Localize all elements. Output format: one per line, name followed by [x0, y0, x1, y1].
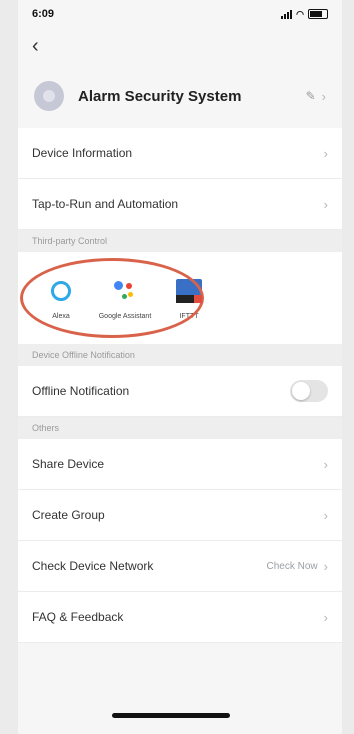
- chevron-right-icon: ›: [323, 558, 328, 574]
- section-header-third-party: Third-party Control: [18, 230, 342, 252]
- check-device-network-row[interactable]: Check Device Network Check Now ›: [18, 541, 342, 592]
- offline-notification-row: Offline Notification: [18, 366, 342, 417]
- create-group-row[interactable]: Create Group ›: [18, 490, 342, 541]
- device-avatar: [34, 81, 64, 111]
- row-label: FAQ & Feedback: [32, 610, 124, 624]
- status-icons: ◠: [281, 9, 328, 20]
- edit-name-button[interactable]: ✎ ›: [306, 89, 326, 104]
- chevron-right-icon: ›: [323, 456, 328, 472]
- back-chevron-icon: ‹: [32, 34, 39, 57]
- section-header-offline: Device Offline Notification: [18, 344, 342, 366]
- row-label: Offline Notification: [32, 384, 130, 398]
- device-name: Alarm Security System: [78, 87, 242, 105]
- battery-icon: [308, 9, 328, 19]
- home-indicator[interactable]: [112, 713, 230, 718]
- tp-label: Alexa: [52, 312, 70, 320]
- share-device-row[interactable]: Share Device ›: [18, 439, 342, 490]
- row-label: Device Information: [32, 146, 133, 160]
- device-information-row[interactable]: Device Information ›: [18, 128, 342, 179]
- row-label: Share Device: [32, 457, 105, 471]
- third-party-control-panel: Alexa Google Assistant IFTTT: [18, 252, 342, 344]
- tap-to-run-row[interactable]: Tap-to-Run and Automation ›: [18, 179, 342, 230]
- device-header: Alarm Security System ✎ ›: [18, 64, 342, 128]
- section-header-others: Others: [18, 417, 342, 439]
- google-assistant-item[interactable]: Google Assistant: [96, 277, 154, 320]
- row-label: Tap-to-Run and Automation: [32, 197, 179, 211]
- offline-notification-toggle[interactable]: [290, 380, 328, 402]
- chevron-right-icon: ›: [321, 88, 326, 104]
- pencil-icon: ✎: [305, 88, 316, 103]
- ifttt-item[interactable]: IFTTT: [160, 277, 218, 320]
- ifttt-icon: [175, 277, 203, 305]
- check-now-link[interactable]: Check Now: [267, 561, 318, 572]
- alexa-icon: [47, 277, 75, 305]
- status-time: 6:09: [32, 8, 55, 20]
- wifi-icon: ◠: [296, 8, 304, 19]
- status-bar: 6:09 ◠: [18, 0, 342, 28]
- device-settings-screen: 6:09 ◠ ‹ Alarm Security System ✎ › Devic…: [18, 0, 342, 734]
- google-assistant-icon: [111, 277, 139, 305]
- tp-label: Google Assistant: [98, 312, 152, 320]
- chevron-right-icon: ›: [323, 507, 328, 523]
- tp-label: IFTTT: [179, 312, 199, 320]
- row-label: Create Group: [32, 508, 105, 522]
- chevron-right-icon: ›: [323, 609, 328, 625]
- chevron-right-icon: ›: [323, 145, 328, 161]
- back-button[interactable]: ‹: [18, 28, 342, 64]
- row-label: Check Device Network: [32, 559, 154, 573]
- alexa-item[interactable]: Alexa: [32, 277, 90, 320]
- chevron-right-icon: ›: [323, 196, 328, 212]
- faq-feedback-row[interactable]: FAQ & Feedback ›: [18, 592, 342, 643]
- signal-icon: [281, 9, 293, 19]
